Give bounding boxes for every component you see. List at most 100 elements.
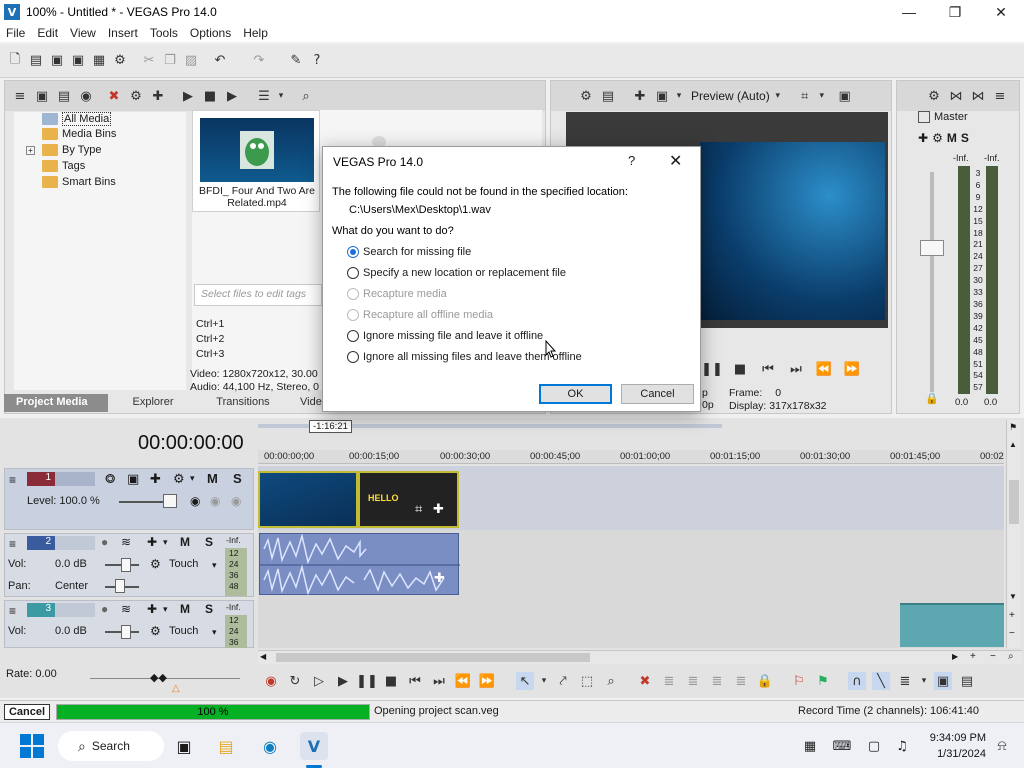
delete-icon[interactable]: ✖	[636, 672, 654, 690]
prev-frame-icon[interactable]: ⏮	[759, 360, 777, 378]
scroll-left-icon[interactable]: ◀	[260, 652, 266, 661]
track-fx-icon[interactable]: ✚	[150, 471, 161, 487]
master-fx-icon[interactable]: ✚	[918, 131, 928, 145]
open-folder-icon[interactable]: ▤	[27, 52, 45, 70]
master-solo-button[interactable]: S	[961, 131, 969, 145]
tree-item-media-bins[interactable]: Media Bins	[42, 128, 116, 140]
dim-icon[interactable]: ⋈	[969, 87, 987, 105]
get-media-icon[interactable]: ▤	[55, 87, 73, 105]
stop-preview-icon[interactable]: ■	[201, 87, 219, 105]
option-search-missing-file[interactable]: Search for missing file	[347, 246, 471, 258]
horizontal-scroll-thumb[interactable]	[276, 653, 590, 662]
snapping-icon[interactable]: ∩	[848, 672, 866, 690]
radio-button[interactable]	[347, 246, 359, 258]
video-clip-2[interactable]: HELLO ⌗ ✚	[358, 471, 459, 528]
track-header-audio-3[interactable]: ≡ 3 ● ≋ ✚ ▾ M S Vol: 0.0 dB ⚙ Touch ▾ -I…	[4, 600, 254, 648]
whats-this-help-icon[interactable]: ?	[308, 52, 326, 70]
mixer-properties-icon[interactable]: ⚙	[925, 87, 943, 105]
dialog-help-button[interactable]: ?	[628, 153, 635, 168]
rewind-icon[interactable]: ⏪	[815, 360, 833, 378]
radio-button[interactable]	[347, 267, 359, 279]
menu-help[interactable]: Help	[237, 26, 274, 40]
invert-phase-icon[interactable]: ≋	[121, 602, 131, 616]
track-solo-button[interactable]: S	[205, 535, 213, 549]
task-view-icon[interactable]: ▣	[170, 732, 198, 760]
ripple-dropdown-icon[interactable]: ▾	[920, 672, 928, 690]
tab-explorer[interactable]: Explorer	[108, 394, 198, 412]
fast-forward-icon[interactable]: ⏩	[843, 360, 861, 378]
composite-child-icon[interactable]: ◉	[190, 494, 200, 508]
track-fx-icon[interactable]: ✚	[147, 602, 157, 616]
auto-preview-icon[interactable]: ▶	[223, 87, 241, 105]
save-icon[interactable]: ▣	[48, 52, 66, 70]
go-to-start-icon[interactable]: ⏮	[406, 672, 424, 690]
taskbar-search[interactable]: ⌕ Search	[58, 731, 164, 761]
zoom-in-vertical-icon[interactable]: +	[1009, 610, 1015, 621]
vol-slider-handle[interactable]	[121, 625, 131, 639]
trim-start-icon[interactable]: ≣	[684, 672, 702, 690]
cancel-scan-button[interactable]: Cancel	[4, 704, 50, 720]
volume-icon[interactable]: ♫	[888, 732, 916, 760]
edit-tool-dropdown-icon[interactable]: ▾	[540, 672, 548, 690]
views-dropdown-icon[interactable]: ▾	[277, 87, 285, 105]
menu-view[interactable]: View	[64, 26, 102, 40]
vol-slider-handle[interactable]	[121, 558, 131, 572]
menu-file[interactable]: File	[0, 26, 31, 40]
radio-button[interactable]	[347, 330, 359, 342]
web-icon[interactable]: ◉	[77, 87, 95, 105]
split-icon[interactable]: ≣	[732, 672, 750, 690]
track-fx-dropdown-icon[interactable]: ▾	[163, 537, 168, 548]
redo-icon[interactable]: ↷	[250, 52, 268, 70]
new-project-icon[interactable]: 🗋	[6, 52, 24, 70]
next-frame-icon[interactable]: ⏭	[787, 360, 805, 378]
scroll-down-icon[interactable]: ▼	[1009, 592, 1017, 601]
cancel-button[interactable]: Cancel	[621, 384, 694, 404]
paste-icon[interactable]: ▨	[182, 52, 200, 70]
search-media-icon[interactable]: ⌕	[297, 87, 315, 105]
track-fx-dropdown-icon[interactable]: ▾	[163, 604, 168, 615]
track-header-audio-2[interactable]: ≡ 2 ● ≋ ✚ ▾ M S Vol: 0.0 dB ⚙ Touch ▾ Pa…	[4, 533, 254, 597]
track-name-field[interactable]	[55, 603, 95, 617]
arm-record-icon[interactable]: ●	[101, 535, 108, 549]
automation-dropdown-icon[interactable]: ▾	[212, 627, 217, 638]
eraser-icon[interactable]: ✎	[287, 52, 305, 70]
previous-frame-icon[interactable]: ⏪	[454, 672, 472, 690]
tree-item-all-media[interactable]: All Media	[42, 112, 112, 126]
lock-icon[interactable]: 🔒	[925, 392, 939, 405]
lock-event-icon[interactable]: 🔒	[756, 672, 774, 690]
tree-item-by-type[interactable]: + By Type	[26, 144, 102, 156]
media-thumbnail[interactable]: BFDI_ Four And Two Are Related.mp4	[192, 110, 320, 212]
meter-options-icon[interactable]: ≡	[991, 87, 1009, 105]
notification-bell-icon[interactable]: ⍾	[988, 732, 1016, 760]
track-solo-button[interactable]: S	[233, 471, 242, 486]
pan-slider-handle[interactable]	[115, 579, 125, 593]
timeline-ruler[interactable]: 00:00:00;00 00:00:15;00 00:00:30;00 00:0…	[258, 450, 1004, 464]
play-preview-icon[interactable]: ▶	[179, 87, 197, 105]
envelope-tool-icon[interactable]: ⤤	[554, 672, 572, 690]
track-collapse-icon[interactable]: ≡	[9, 473, 16, 487]
network-icon[interactable]: ▦	[796, 732, 824, 760]
system-clock[interactable]: 9:34:09 PM 1/31/2024	[920, 730, 986, 762]
option-ignore-missing-file[interactable]: Ignore missing file and leave it offline	[347, 330, 543, 342]
scroll-up-icon[interactable]: ▲	[1009, 440, 1017, 449]
views-icon[interactable]: ☰	[255, 87, 273, 105]
automation-dropdown-icon[interactable]: ▾	[212, 560, 217, 571]
loop-playback-icon[interactable]: ↻	[286, 672, 304, 690]
zoom-out-horizontal-icon[interactable]: −	[990, 651, 996, 662]
automation-mode[interactable]: Touch	[169, 625, 198, 637]
zoom-tool-icon[interactable]: ⌕	[602, 672, 620, 690]
master-fader-handle[interactable]	[920, 240, 944, 256]
zoom-out-vertical-icon[interactable]: −	[1009, 628, 1015, 639]
pan-crop-icon[interactable]: ⌗	[415, 501, 422, 517]
save-as-icon[interactable]: ▣	[69, 52, 87, 70]
tree-item-tags[interactable]: Tags	[42, 160, 85, 172]
audio-clip[interactable]: ✚	[259, 533, 460, 596]
next-frame-icon[interactable]: ⏩	[478, 672, 496, 690]
pause-icon[interactable]: ❚❚	[701, 360, 723, 378]
media-fx-icon[interactable]: ✚	[149, 87, 167, 105]
downmix-icon[interactable]: ⋈	[947, 87, 965, 105]
automation-gear-icon[interactable]: ⚙	[150, 557, 161, 571]
event-fx-icon[interactable]: ✚	[433, 501, 444, 517]
insert-region-icon[interactable]: ⚑	[814, 672, 832, 690]
tree-item-smart-bins[interactable]: Smart Bins	[42, 176, 116, 188]
